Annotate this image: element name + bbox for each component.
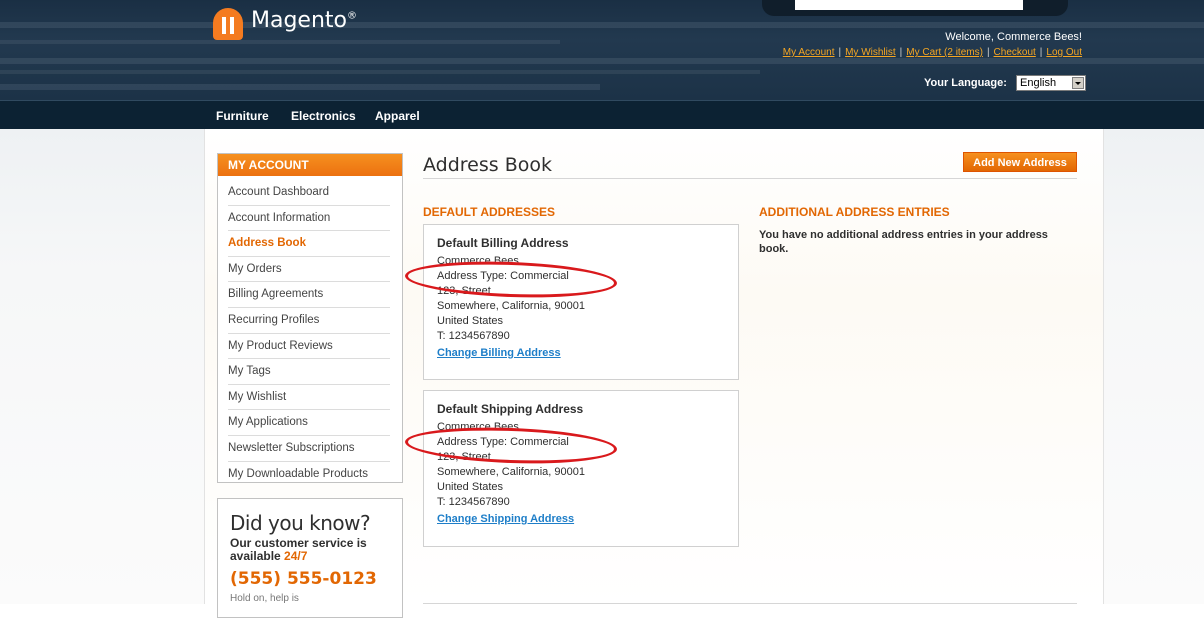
link-my-account[interactable]: My Account	[783, 47, 835, 58]
nav-item-furniture[interactable]: Furniture	[216, 109, 269, 123]
shipping-address-line: T: 1234567890	[437, 496, 510, 508]
did-you-know-line-text: available	[230, 549, 285, 563]
shipping-address-line: United States	[437, 481, 504, 493]
header-stripe	[0, 58, 1204, 64]
quick-links: My Account | My Wishlist | My Cart (2 items)…	[783, 47, 1082, 58]
page-title: Address Book	[423, 154, 552, 176]
sidebar-item-account-information[interactable]: Account Information	[228, 206, 390, 232]
shipping-address-line: Somewhere, California, 90001	[437, 466, 585, 478]
sidebar-item-my-wishlist[interactable]: My Wishlist	[228, 385, 390, 411]
default-shipping-address-box: Default Shipping Address Commerce Bees A…	[423, 390, 739, 547]
language-value: English	[1020, 77, 1057, 89]
title-divider	[423, 178, 1077, 179]
sidebar-item-address-book: Address Book	[228, 231, 390, 257]
add-new-address-button[interactable]: Add New Address	[963, 152, 1077, 172]
link-my-wishlist[interactable]: My Wishlist	[845, 47, 896, 58]
sidebar-item-account-dashboard[interactable]: Account Dashboard	[228, 180, 390, 206]
header-stripe	[0, 22, 1204, 28]
link-separator: |	[1039, 47, 1043, 58]
did-you-know-text: Our customer service is available 24/7	[230, 537, 402, 563]
did-you-know-line: available 24/7	[230, 550, 402, 563]
shipping-address-heading: Default Shipping Address	[437, 402, 584, 416]
nav-item-electronics[interactable]: Electronics	[291, 109, 356, 123]
link-checkout[interactable]: Checkout	[994, 47, 1036, 58]
link-log-out[interactable]: Log Out	[1046, 47, 1082, 58]
site-header: Magento® Welcome, Commerce Bees! My Acco…	[0, 0, 1204, 100]
change-billing-address-link[interactable]: Change Billing Address	[437, 346, 561, 361]
search-input[interactable]	[795, 0, 1023, 10]
language-switcher: Your Language: English	[924, 75, 1086, 91]
logo-text: Magento®	[251, 8, 357, 33]
did-you-know-small: Hold on, help is	[230, 593, 299, 604]
link-separator: |	[899, 47, 903, 58]
magento-logo-icon	[213, 8, 243, 40]
sidebar-item-billing-agreements[interactable]: Billing Agreements	[228, 282, 390, 308]
link-my-cart[interactable]: My Cart (2 items)	[906, 47, 983, 58]
billing-address-line: T: 1234567890	[437, 330, 510, 342]
did-you-know-block: Did you know? Our customer service is av…	[217, 498, 403, 618]
language-select[interactable]: English	[1016, 75, 1086, 91]
account-nav-list: Account Dashboard Account Information Ad…	[218, 180, 402, 486]
header-stripe	[0, 84, 600, 90]
link-separator: |	[838, 47, 842, 58]
my-account-title: MY ACCOUNT	[218, 154, 402, 176]
default-billing-address-box: Default Billing Address Commerce Bees Ad…	[423, 224, 739, 380]
nav-item-apparel[interactable]: Apparel	[375, 109, 420, 123]
sidebar-item-my-orders[interactable]: My Orders	[228, 257, 390, 283]
sidebar-item-recurring-profiles[interactable]: Recurring Profiles	[228, 308, 390, 334]
header-stripe	[0, 40, 560, 44]
welcome-message: Welcome, Commerce Bees!	[945, 31, 1082, 43]
billing-address-line: Somewhere, California, 90001	[437, 300, 585, 312]
link-separator: |	[986, 47, 990, 58]
sidebar-item-my-applications[interactable]: My Applications	[228, 410, 390, 436]
additional-addresses-title: ADDITIONAL ADDRESS ENTRIES	[759, 205, 950, 219]
change-shipping-address-link[interactable]: Change Shipping Address	[437, 512, 574, 527]
billing-address-heading: Default Billing Address	[437, 236, 569, 250]
chevron-down-icon[interactable]	[1072, 77, 1084, 89]
sidebar-item-my-downloadable-products[interactable]: My Downloadable Products	[228, 462, 390, 487]
header-stripe	[0, 70, 760, 74]
default-addresses-title: DEFAULT ADDRESSES	[423, 205, 556, 219]
no-additional-entries-text: You have no additional address entries i…	[759, 229, 1048, 255]
sidebar-item-my-tags[interactable]: My Tags	[228, 359, 390, 385]
sidebar-item-newsletter-subscriptions[interactable]: Newsletter Subscriptions	[228, 436, 390, 462]
my-account-block: MY ACCOUNT Account Dashboard Account Inf…	[217, 153, 403, 483]
billing-address-line: United States	[437, 315, 504, 327]
did-you-know-highlight: 24/7	[284, 549, 308, 563]
main-nav: Furniture Electronics Apparel	[0, 100, 1204, 129]
language-label: Your Language:	[924, 76, 1007, 89]
did-you-know-title: Did you know?	[230, 511, 371, 535]
customer-service-phone: (555) 555-0123	[230, 569, 377, 589]
sidebar-item-my-product-reviews[interactable]: My Product Reviews	[228, 334, 390, 360]
